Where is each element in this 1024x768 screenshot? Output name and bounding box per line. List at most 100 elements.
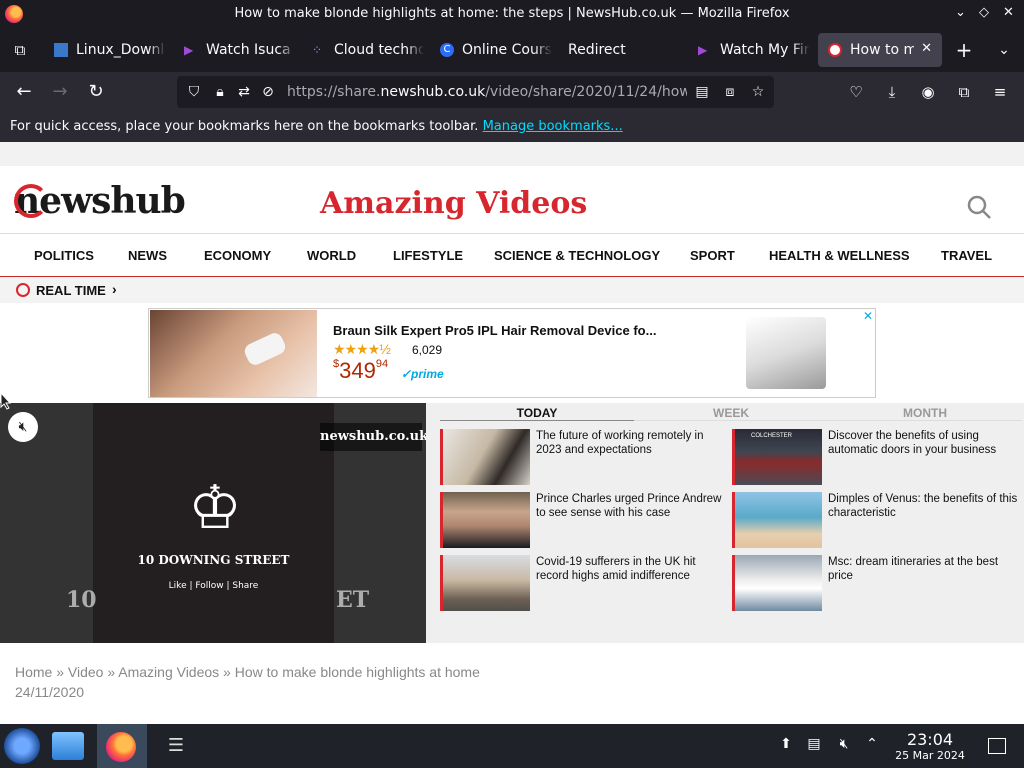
feed-item[interactable]: Dimples of Venus: the benefits of this c… — [732, 492, 1022, 548]
clipboard-icon[interactable]: ▤ — [804, 736, 824, 756]
nav-politics[interactable]: POLITICS — [34, 248, 94, 263]
forward-arrow-icon[interactable]: → — [48, 80, 72, 104]
play-favicon-icon: ▶ — [184, 43, 194, 57]
feed-item[interactable]: COLCHESTER Discover the benefits of usin… — [732, 429, 1022, 485]
bookmark-star-icon[interactable]: ☆ — [749, 83, 767, 101]
tray-expand-icon[interactable]: ⌃ — [862, 736, 882, 756]
downloads-icon[interactable]: ⤓ — [880, 80, 904, 104]
list-all-tabs-icon[interactable]: ⧉ — [8, 38, 32, 62]
picture-in-picture-icon[interactable]: ⧈ — [721, 83, 739, 101]
logo-ring-icon — [14, 184, 48, 218]
nav-sport[interactable]: SPORT — [690, 248, 735, 263]
feed-thumbnail — [732, 492, 822, 548]
url-text[interactable]: https://share.newshub.co.uk/video/share/… — [287, 84, 687, 100]
feed-thumbnail — [732, 555, 822, 611]
tab-bar: ⧉ Linux_Downl ▶ Watch Isuca ⁘ Cloud tech… — [0, 28, 1024, 72]
advertisement[interactable]: Braun Silk Expert Pro5 IPL Hair Removal … — [148, 308, 876, 398]
lock-icon[interactable]: 🔒︎ — [211, 83, 229, 101]
nav-news[interactable]: NEWS — [128, 248, 167, 263]
menu-icon[interactable]: ≡ — [988, 80, 1012, 104]
reader-view-icon[interactable]: ▤ — [693, 83, 711, 101]
real-time-label: REAL TIME — [36, 283, 106, 298]
video-title: 10 DOWNING STREET — [137, 553, 290, 567]
show-desktop-icon[interactable] — [988, 738, 1006, 754]
close-tab-icon[interactable]: ✕ — [921, 41, 932, 56]
pocket-icon[interactable]: ♡ — [844, 80, 868, 104]
extensions-icon[interactable]: ⧉ — [952, 80, 976, 104]
tab-redirect[interactable]: Redirect — [558, 33, 680, 67]
publish-date: 24/11/2020 — [15, 684, 85, 700]
chevron-down-icon[interactable]: ⌄ — [992, 38, 1016, 62]
back-arrow-icon[interactable]: ← — [12, 80, 36, 104]
shield-icon[interactable]: ⛉ — [185, 83, 203, 101]
file-manager-icon[interactable] — [52, 732, 84, 760]
taskbar: ☰ ⬆ ▤ 🔇︎ ⌃ 23:04 25 Mar 2024 — [0, 724, 1024, 768]
feed-thumbnail — [440, 555, 530, 611]
system-clock[interactable]: 23:04 25 Mar 2024 — [890, 730, 970, 762]
chevron-right-icon[interactable]: › — [112, 281, 117, 297]
web-page: newshub Amazing Videos POLITICS NEWS ECO… — [0, 142, 1024, 724]
feed-tabs: TODAY WEEK MONTH — [440, 406, 1024, 422]
clock-icon — [16, 283, 30, 297]
nav-science-technology[interactable]: SCIENCE & TECHNOLOGY — [494, 248, 660, 263]
maximize-icon[interactable]: ◇ — [979, 5, 989, 20]
start-menu-icon[interactable] — [4, 728, 40, 764]
tab-week[interactable]: WEEK — [634, 406, 828, 421]
tab-how-to-make[interactable]: How to ma ✕ — [818, 33, 942, 67]
account-icon[interactable]: ◉ — [916, 80, 940, 104]
url-bar[interactable]: ⛉ 🔒︎ ⇄ ⊘ https://share.newshub.co.uk/vid… — [177, 76, 774, 108]
section-title: Amazing Videos — [320, 186, 588, 221]
nav-health-wellness[interactable]: HEALTH & WELLNESS — [769, 248, 910, 263]
rating-stars: ★★★★½ — [333, 341, 391, 357]
feed-thumbnail — [440, 492, 530, 548]
video-watermark: newshub.co.uk — [320, 423, 428, 451]
window-titlebar: How to make blonde highlights at home: t… — [0, 0, 1024, 28]
nav-world[interactable]: WORLD — [307, 248, 356, 263]
real-time-bar[interactable]: REAL TIME › — [0, 277, 1024, 303]
volume-muted-icon[interactable]: 🔇︎ — [834, 736, 854, 756]
feed-item[interactable]: Msc: dream itineraries at the best price — [732, 555, 1022, 611]
feed-item[interactable]: Prince Charles urged Prince Andrew to se… — [440, 492, 730, 548]
top-strip — [0, 142, 1024, 166]
video-ghost-text-left: 10 — [66, 587, 97, 613]
new-tab-icon[interactable]: + — [952, 38, 976, 62]
bookmarks-message: For quick access, place your bookmarks h… — [10, 119, 623, 134]
video-player[interactable]: ♔ 10 DOWNING STREET Like | Follow | Shar… — [0, 403, 428, 643]
firefox-icon — [106, 732, 136, 762]
tracking-blocked-icon[interactable]: ⊘ — [259, 83, 277, 101]
settings-sliders-icon[interactable]: ☰ — [158, 728, 194, 764]
ad-close-icon[interactable]: ✕ — [863, 309, 873, 323]
manage-bookmarks-link[interactable]: Manage bookmarks... — [483, 119, 623, 134]
tab-cloud[interactable]: ⁘ Cloud techno — [302, 33, 424, 67]
main-navigation: POLITICS NEWS ECONOMY WORLD LIFESTYLE SC… — [0, 233, 1024, 277]
feed-item[interactable]: Covid-19 sufferers in the UK hit record … — [440, 555, 730, 611]
update-icon[interactable]: ⬆ — [776, 736, 796, 756]
reload-icon[interactable]: ↻ — [84, 80, 108, 104]
minimize-icon[interactable]: ⌄ — [955, 5, 966, 20]
tab-linux[interactable]: Linux_Downl — [44, 33, 166, 67]
play-favicon-icon: ▶ — [698, 43, 708, 57]
permissions-icon[interactable]: ⇄ — [235, 83, 253, 101]
feed-item[interactable]: The future of working remotely in 2023 a… — [440, 429, 730, 485]
tab-watch-isuca[interactable]: ▶ Watch Isuca — [174, 33, 296, 67]
nav-lifestyle[interactable]: LIFESTYLE — [393, 248, 463, 263]
firefox-taskbar-button[interactable] — [97, 724, 147, 768]
c-favicon-icon: C — [440, 43, 454, 57]
tab-online-courses[interactable]: C Online Cours — [430, 33, 552, 67]
video-subtitle: Like | Follow | Share — [168, 581, 259, 591]
breadcrumb[interactable]: Home » Video » Amazing Videos » How to m… — [15, 664, 480, 680]
nav-economy[interactable]: ECONOMY — [204, 248, 271, 263]
close-window-icon[interactable]: ✕ — [1003, 5, 1014, 20]
search-icon[interactable] — [966, 194, 992, 220]
newshub-favicon-icon — [828, 43, 842, 57]
nav-travel[interactable]: TRAVEL — [941, 248, 992, 263]
ad-title[interactable]: Braun Silk Expert Pro5 IPL Hair Removal … — [333, 323, 656, 338]
newshub-logo[interactable]: newshub — [14, 180, 186, 222]
navigation-toolbar: ← → ↻ ⛉ 🔒︎ ⇄ ⊘ https://share.newshub.co.… — [0, 72, 1024, 112]
tab-today[interactable]: TODAY — [440, 406, 634, 421]
window-title: How to make blonde highlights at home: t… — [234, 6, 790, 21]
mute-icon[interactable]: 🔇︎ — [8, 412, 38, 442]
tab-month[interactable]: MONTH — [828, 406, 1022, 421]
tab-watch-my-fir[interactable]: ▶ Watch My Fir — [688, 33, 810, 67]
ad-product-photo — [150, 310, 317, 397]
